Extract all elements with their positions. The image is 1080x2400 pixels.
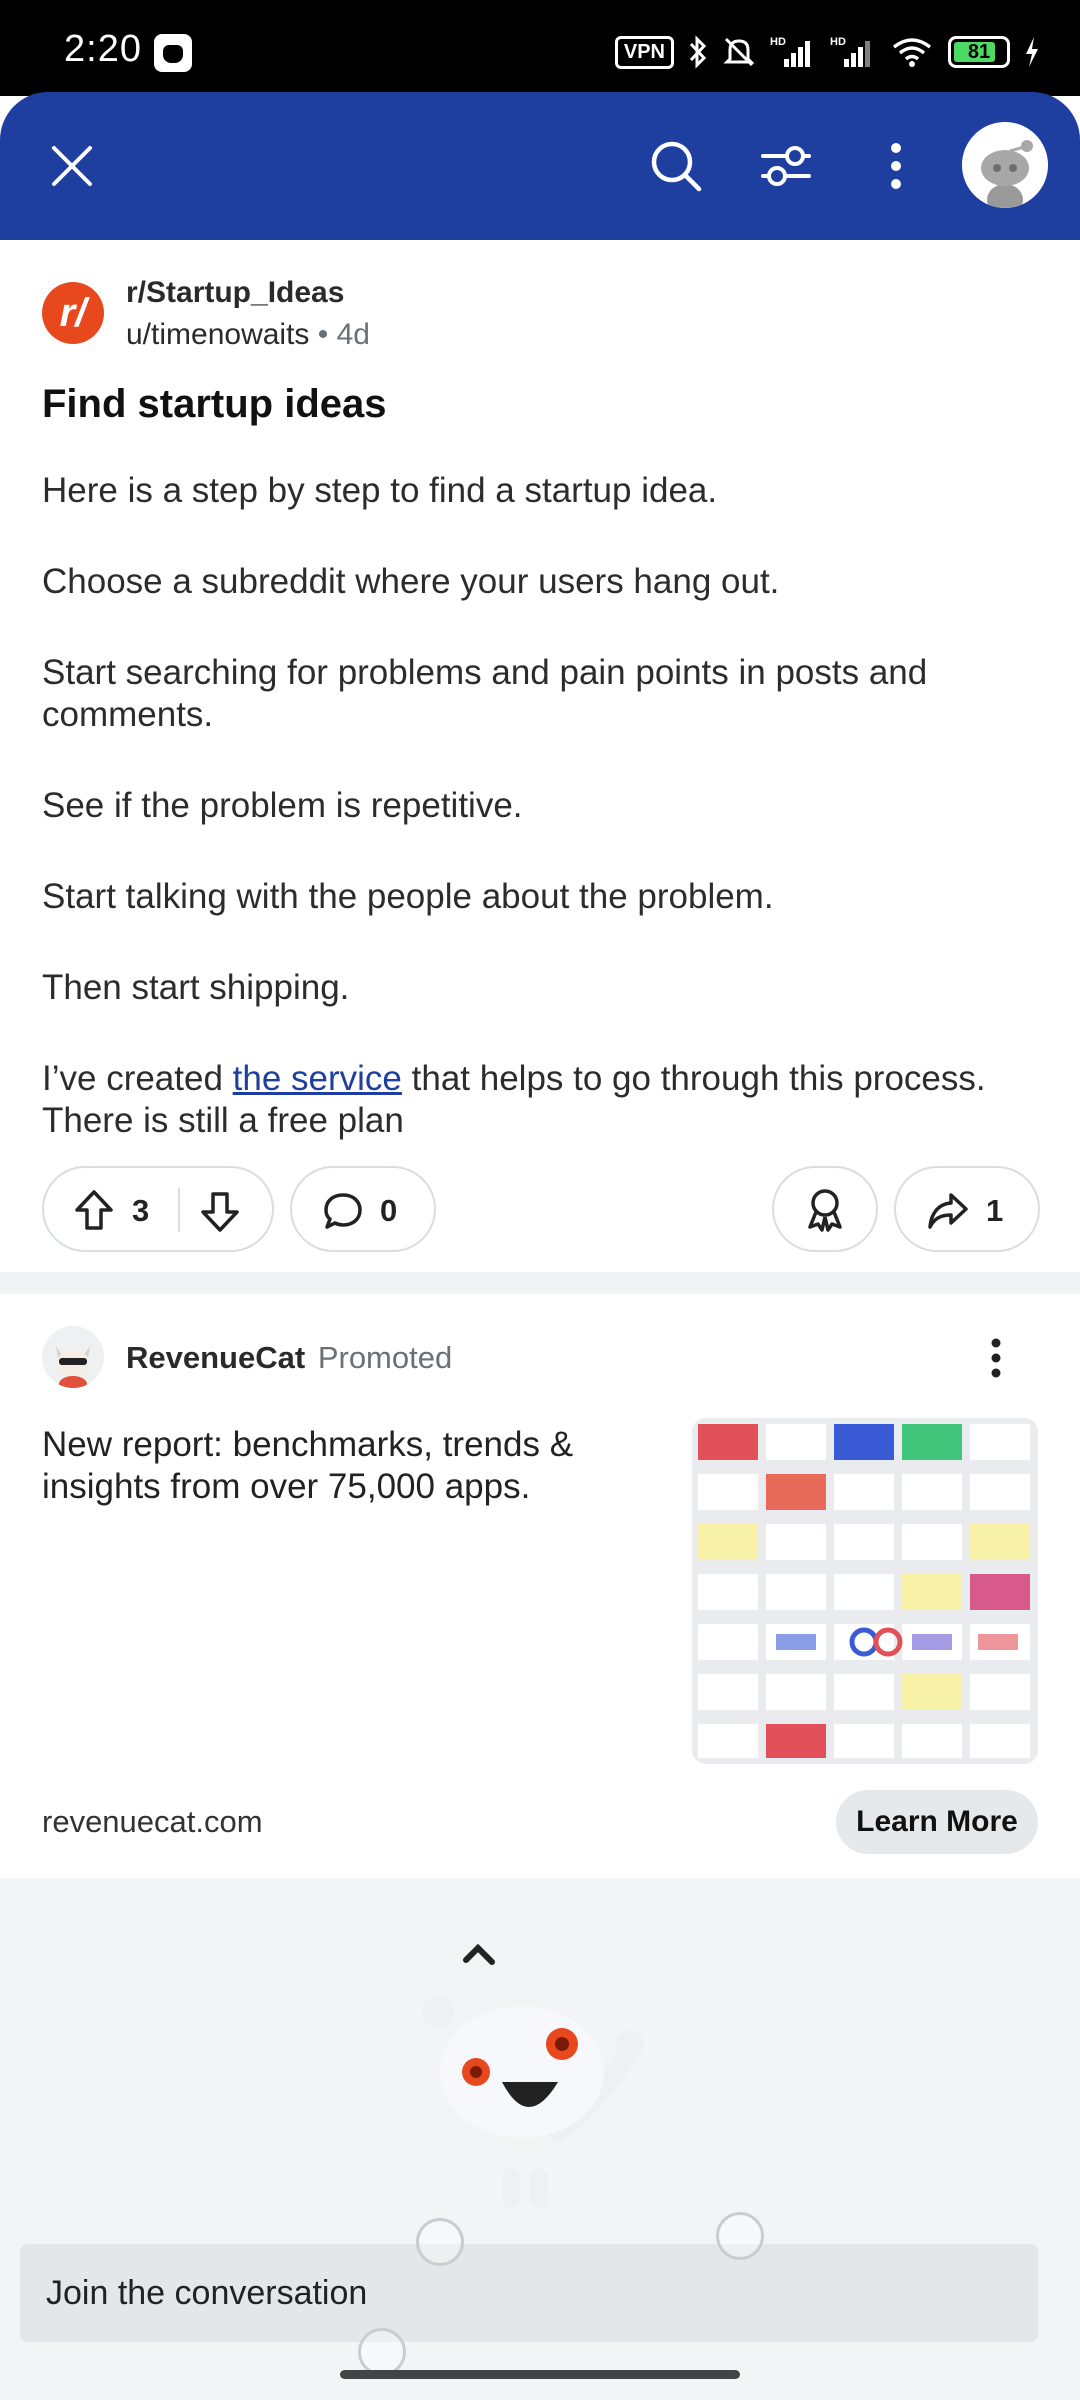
feed-separator bbox=[0, 1272, 1080, 1294]
comment-button[interactable]: 0 bbox=[290, 1166, 436, 1252]
close-button[interactable] bbox=[32, 126, 112, 206]
subreddit-name[interactable]: r/Startup_Ideas bbox=[126, 276, 344, 310]
avatar-icon bbox=[962, 122, 1048, 208]
ad-header: RevenueCat Promoted bbox=[126, 1340, 452, 1376]
post-paragraph: See if the problem is repetitive. bbox=[42, 786, 523, 825]
vpn-icon: VPN bbox=[614, 35, 674, 69]
status-bar: 2:20 VPN HD HD 81 bbox=[0, 0, 1080, 96]
close-icon bbox=[52, 146, 92, 186]
advertiser-avatar[interactable] bbox=[42, 1326, 104, 1388]
post-paragraph: Here is a step by step to find a startup… bbox=[42, 471, 718, 510]
mute-icon bbox=[723, 37, 755, 67]
touch-indicator bbox=[358, 2328, 406, 2376]
service-link[interactable]: the service bbox=[233, 1059, 402, 1098]
report-slides-image bbox=[692, 1418, 1038, 1764]
post-paragraph: Choose a subreddit where your users hang… bbox=[42, 562, 780, 601]
vote-divider bbox=[178, 1188, 180, 1232]
post-action-bar: 3 0 1 bbox=[42, 1166, 1040, 1252]
award-icon bbox=[808, 1189, 842, 1232]
post-paragraph: Start talking with the people about the … bbox=[42, 877, 774, 916]
join-conversation-input[interactable]: Join the conversation bbox=[20, 2244, 1038, 2342]
comment-icon bbox=[324, 1193, 362, 1229]
more-vertical-icon bbox=[991, 1338, 1001, 1378]
upvote-icon[interactable] bbox=[74, 1189, 114, 1231]
share-icon bbox=[928, 1193, 968, 1229]
post-paragraph: I’ve created the service that helps to g… bbox=[42, 1058, 1042, 1142]
post-body: Here is a step by step to find a startup… bbox=[42, 470, 1042, 1142]
ad-report-thumbnail[interactable] bbox=[692, 1418, 1038, 1764]
filter-icon bbox=[761, 146, 811, 186]
meta-separator: • bbox=[309, 318, 337, 351]
user-avatar-button[interactable] bbox=[962, 122, 1048, 208]
post-paragraph: Then start shipping. bbox=[42, 968, 350, 1007]
post-paragraph: Start searching for problems and pain po… bbox=[42, 653, 928, 734]
revenuecat-cat-icon bbox=[42, 1326, 104, 1388]
advertiser-name[interactable]: RevenueCat bbox=[126, 1340, 305, 1375]
touch-indicator bbox=[416, 2218, 464, 2266]
award-button[interactable] bbox=[772, 1166, 878, 1252]
downvote-icon[interactable] bbox=[200, 1191, 240, 1233]
more-options-button[interactable] bbox=[856, 126, 936, 206]
search-icon bbox=[651, 141, 702, 192]
share-button[interactable]: 1 bbox=[894, 1166, 1040, 1252]
share-count: 1 bbox=[986, 1193, 1004, 1228]
svg-text:HD: HD bbox=[830, 36, 846, 48]
bluetooth-icon bbox=[689, 35, 707, 69]
app-cat-icon bbox=[154, 34, 192, 72]
learn-more-button[interactable]: Learn More bbox=[836, 1790, 1038, 1854]
subreddit-icon[interactable]: r/ bbox=[42, 282, 104, 344]
post-title: Find startup ideas bbox=[42, 382, 387, 426]
wifi-icon bbox=[892, 38, 932, 67]
ad-text[interactable]: New report: benchmarks, trends & insight… bbox=[42, 1424, 642, 1508]
battery-percent: 81 bbox=[967, 41, 991, 63]
status-time: 2:20 bbox=[64, 28, 142, 70]
comment-count: 0 bbox=[380, 1193, 398, 1228]
author-name[interactable]: u/timenowaits bbox=[126, 318, 309, 351]
charging-icon bbox=[1026, 37, 1038, 67]
home-indicator[interactable] bbox=[340, 2370, 740, 2379]
battery-icon: 81 bbox=[948, 36, 1010, 68]
post-meta: u/timenowaits • 4d bbox=[126, 318, 370, 352]
signal-hd-icon: HD bbox=[830, 36, 870, 67]
vote-control: 3 bbox=[42, 1166, 274, 1252]
search-button[interactable] bbox=[636, 126, 716, 206]
post-age: 4d bbox=[336, 318, 370, 351]
filter-button[interactable] bbox=[746, 126, 826, 206]
svg-text:HD: HD bbox=[770, 36, 786, 48]
touch-indicator bbox=[716, 2212, 764, 2260]
status-icons: VPN HD HD 81 bbox=[614, 30, 1040, 74]
signal-hd-icon: HD bbox=[770, 36, 810, 67]
app-bar bbox=[0, 92, 1080, 240]
ad-more-button[interactable] bbox=[972, 1330, 1020, 1386]
promoted-label: Promoted bbox=[317, 1340, 453, 1375]
ad-domain[interactable]: revenuecat.com bbox=[42, 1804, 263, 1840]
snoo-mascot-icon bbox=[422, 1943, 644, 2208]
more-vertical-icon bbox=[891, 143, 901, 189]
upvote-count: 3 bbox=[132, 1193, 150, 1228]
paragraph-text: I’ve created bbox=[42, 1059, 233, 1098]
